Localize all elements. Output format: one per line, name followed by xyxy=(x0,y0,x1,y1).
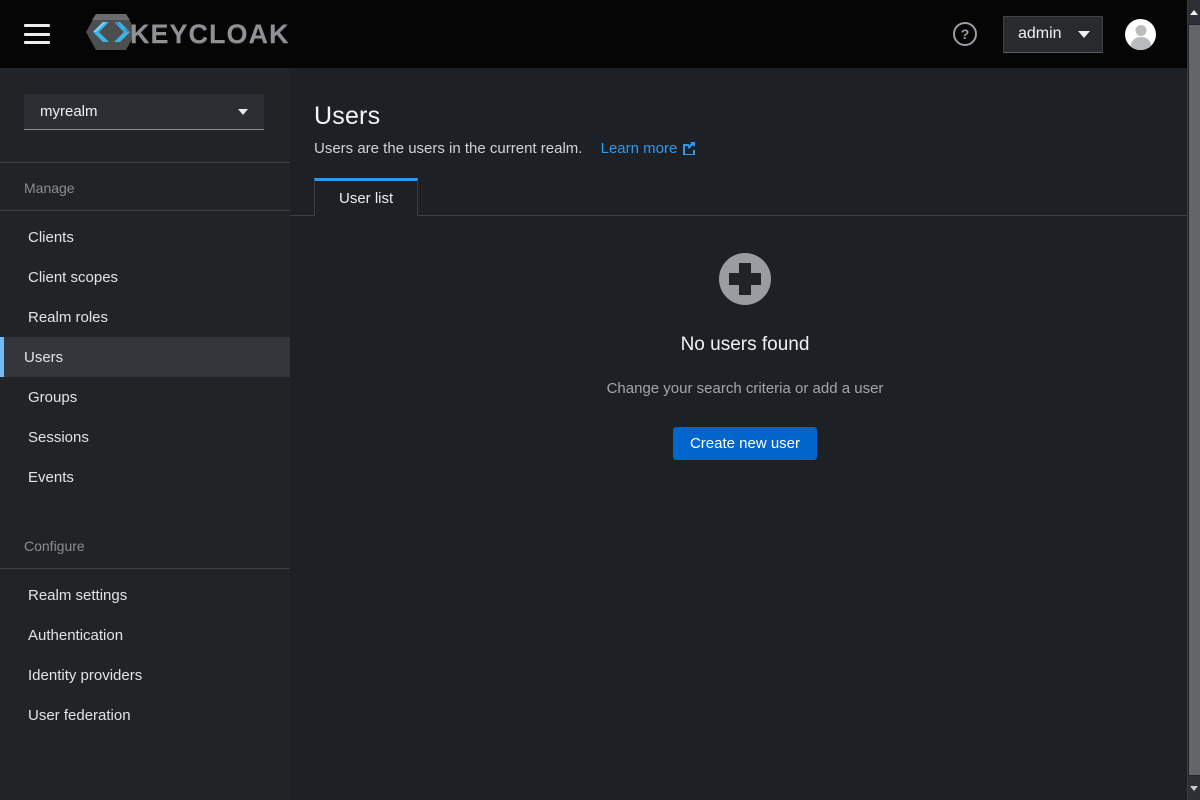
user-menu-label: admin xyxy=(1018,25,1062,43)
help-icon[interactable]: ? xyxy=(953,22,977,46)
keycloak-admin-console: KEYCLOAK ? admin myrealm Manage Clients xyxy=(0,0,1200,800)
sidebar-item-events[interactable]: Events xyxy=(0,457,290,497)
vertical-scrollbar[interactable] xyxy=(1187,0,1200,800)
tab-user-list-label: User list xyxy=(339,190,393,207)
arrow-up-icon xyxy=(1190,10,1198,15)
sidebar-item-client-scopes[interactable]: Client scopes xyxy=(0,257,290,297)
external-link-icon xyxy=(682,141,696,155)
chevron-down-icon xyxy=(238,109,248,115)
help-question-mark: ? xyxy=(961,26,970,42)
sidebar-item-sessions[interactable]: Sessions xyxy=(0,417,290,457)
app-body: myrealm Manage Clients Client scopes Rea… xyxy=(0,68,1200,800)
subtitle-text: Users are the users in the current realm… xyxy=(314,140,582,157)
sidebar-item-users[interactable]: Users xyxy=(0,337,290,377)
sidebar-item-clients[interactable]: Clients xyxy=(0,217,290,257)
sidebar: myrealm Manage Clients Client scopes Rea… xyxy=(0,68,290,800)
page-header: Users Users are the users in the current… xyxy=(290,68,1200,157)
learn-more-label: Learn more xyxy=(601,140,678,157)
sidebar-item-identity-providers[interactable]: Identity providers xyxy=(0,655,290,695)
brand-wordmark: KEYCLOAK xyxy=(130,19,290,50)
section-label-configure: Configure xyxy=(0,521,290,569)
hamburger-menu-icon[interactable] xyxy=(24,24,50,44)
empty-state-description: Change your search criteria or add a use… xyxy=(607,380,884,397)
scroll-down-button[interactable] xyxy=(1188,776,1200,800)
nav-manage: Clients Client scopes Realm roles Users … xyxy=(0,211,290,497)
chevron-down-icon xyxy=(1078,31,1090,38)
scroll-up-button[interactable] xyxy=(1188,0,1200,24)
arrow-down-icon xyxy=(1190,786,1198,791)
realm-selector-dropdown[interactable]: myrealm xyxy=(24,94,264,130)
empty-state: No users found Change your search criter… xyxy=(290,216,1200,460)
create-new-user-button[interactable]: Create new user xyxy=(673,427,817,460)
sidebar-item-user-federation[interactable]: User federation xyxy=(0,695,290,735)
avatar-body-icon xyxy=(1130,37,1151,50)
user-avatar[interactable] xyxy=(1125,19,1156,50)
avatar-head-icon xyxy=(1135,25,1146,36)
plus-circle-icon xyxy=(718,252,772,306)
sidebar-item-realm-roles[interactable]: Realm roles xyxy=(0,297,290,337)
section-label-manage: Manage xyxy=(0,163,290,211)
sidebar-item-realm-settings[interactable]: Realm settings xyxy=(0,575,290,615)
realm-selector-value: myrealm xyxy=(40,103,98,120)
keycloak-logo: KEYCLOAK xyxy=(78,8,290,61)
main-content: Users Users are the users in the current… xyxy=(290,68,1200,800)
user-menu-dropdown[interactable]: admin xyxy=(1003,16,1103,53)
tab-user-list[interactable]: User list xyxy=(314,178,418,216)
top-bar: KEYCLOAK ? admin xyxy=(0,0,1200,68)
empty-state-title: No users found xyxy=(681,334,810,356)
page-subtitle: Users are the users in the current realm… xyxy=(314,140,1176,157)
sidebar-item-authentication[interactable]: Authentication xyxy=(0,615,290,655)
tab-bar: User list xyxy=(290,178,1200,216)
learn-more-link[interactable]: Learn more xyxy=(601,140,697,157)
scrollbar-thumb[interactable] xyxy=(1189,25,1200,775)
sidebar-item-groups[interactable]: Groups xyxy=(0,377,290,417)
nav-configure: Realm settings Authentication Identity p… xyxy=(0,569,290,735)
page-title: Users xyxy=(314,102,1176,131)
